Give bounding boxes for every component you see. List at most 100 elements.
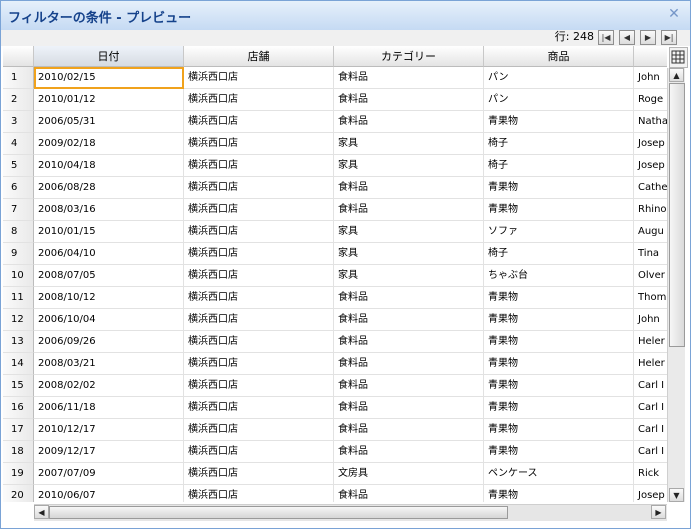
cell-date[interactable]: 2008/03/16 — [34, 199, 184, 221]
cell-customer[interactable]: Cathe — [634, 177, 667, 199]
cell-store[interactable]: 横浜西口店 — [184, 133, 334, 155]
cell-category[interactable]: 家具 — [334, 133, 484, 155]
next-page-button[interactable]: ▶ — [640, 30, 656, 45]
table-row[interactable]: 12 2006/10/04 横浜西口店 食料品 青果物 John — [3, 309, 667, 331]
cell-category[interactable]: 食料品 — [334, 331, 484, 353]
cell-product[interactable]: 椅子 — [484, 133, 634, 155]
column-header-customer[interactable] — [634, 46, 667, 67]
cell-date[interactable]: 2007/07/09 — [34, 463, 184, 485]
table-row[interactable]: 16 2006/11/18 横浜西口店 食料品 青果物 Carl I — [3, 397, 667, 419]
cell-date[interactable]: 2006/10/04 — [34, 309, 184, 331]
cell-store[interactable]: 横浜西口店 — [184, 463, 334, 485]
close-icon[interactable]: ✕ — [666, 6, 682, 22]
column-chooser-button[interactable] — [669, 47, 688, 68]
cell-store[interactable]: 横浜西口店 — [184, 155, 334, 177]
scroll-up-button[interactable]: ▲ — [669, 68, 684, 82]
cell-customer[interactable]: Rick — [634, 463, 667, 485]
cell-date[interactable]: 2010/12/17 — [34, 419, 184, 441]
vertical-scroll-thumb[interactable] — [669, 83, 685, 347]
cell-store[interactable]: 横浜西口店 — [184, 111, 334, 133]
table-row[interactable]: 19 2007/07/09 横浜西口店 文房具 ペンケース Rick — [3, 463, 667, 485]
cell-product[interactable]: ソファ — [484, 221, 634, 243]
cell-product[interactable]: 青果物 — [484, 353, 634, 375]
cell-date[interactable]: 2006/09/26 — [34, 331, 184, 353]
cell-category[interactable]: 食料品 — [334, 309, 484, 331]
cell-category[interactable]: 食料品 — [334, 441, 484, 463]
cell-date[interactable]: 2006/11/18 — [34, 397, 184, 419]
horizontal-scroll-thumb[interactable] — [49, 506, 508, 519]
cell-category[interactable]: 文房具 — [334, 463, 484, 485]
column-header-store[interactable]: 店舗 — [184, 46, 334, 67]
cell-date[interactable]: 2010/04/18 — [34, 155, 184, 177]
table-row[interactable]: 1 2010/02/15 横浜西口店 食料品 パン John — [3, 67, 667, 89]
cell-date[interactable]: 2006/04/10 — [34, 243, 184, 265]
cell-product[interactable]: パン — [484, 89, 634, 111]
cell-store[interactable]: 横浜西口店 — [184, 309, 334, 331]
cell-store[interactable]: 横浜西口店 — [184, 397, 334, 419]
cell-product[interactable]: 青果物 — [484, 441, 634, 463]
table-row[interactable]: 17 2010/12/17 横浜西口店 食料品 青果物 Carl I — [3, 419, 667, 441]
cell-store[interactable]: 横浜西口店 — [184, 331, 334, 353]
table-row[interactable]: 11 2008/10/12 横浜西口店 食料品 青果物 Thom — [3, 287, 667, 309]
cell-product[interactable]: 椅子 — [484, 243, 634, 265]
scroll-right-button[interactable]: ▶ — [651, 505, 666, 519]
cell-date[interactable]: 2006/05/31 — [34, 111, 184, 133]
cell-product[interactable]: 青果物 — [484, 397, 634, 419]
cell-customer[interactable]: Josep — [634, 155, 667, 177]
cell-store[interactable]: 横浜西口店 — [184, 441, 334, 463]
cell-customer[interactable]: Thom — [634, 287, 667, 309]
table-row[interactable]: 9 2006/04/10 横浜西口店 家具 椅子 Tina — [3, 243, 667, 265]
table-row[interactable]: 13 2006/09/26 横浜西口店 食料品 青果物 Heler — [3, 331, 667, 353]
cell-category[interactable]: 食料品 — [334, 397, 484, 419]
cell-store[interactable]: 横浜西口店 — [184, 265, 334, 287]
cell-store[interactable]: 横浜西口店 — [184, 89, 334, 111]
cell-date[interactable]: 2010/01/15 — [34, 221, 184, 243]
cell-category[interactable]: 食料品 — [334, 485, 484, 502]
cell-product[interactable]: ペンケース — [484, 463, 634, 485]
cell-product[interactable]: 青果物 — [484, 309, 634, 331]
cell-category[interactable]: 食料品 — [334, 375, 484, 397]
cell-category[interactable]: 食料品 — [334, 177, 484, 199]
table-row[interactable]: 5 2010/04/18 横浜西口店 家具 椅子 Josep — [3, 155, 667, 177]
cell-store[interactable]: 横浜西口店 — [184, 243, 334, 265]
cell-customer[interactable]: Carl I — [634, 441, 667, 463]
cell-product[interactable]: 青果物 — [484, 177, 634, 199]
cell-store[interactable]: 横浜西口店 — [184, 353, 334, 375]
column-header-product[interactable]: 商品 — [484, 46, 634, 67]
cell-category[interactable]: 食料品 — [334, 67, 484, 89]
cell-category[interactable]: 食料品 — [334, 353, 484, 375]
cell-date[interactable]: 2008/10/12 — [34, 287, 184, 309]
table-row[interactable]: 4 2009/02/18 横浜西口店 家具 椅子 Josep — [3, 133, 667, 155]
cell-product[interactable]: 青果物 — [484, 419, 634, 441]
cell-category[interactable]: 家具 — [334, 155, 484, 177]
cell-customer[interactable]: Heler — [634, 353, 667, 375]
vertical-scrollbar[interactable]: ▲ ▼ — [667, 68, 685, 502]
cell-customer[interactable]: Natha — [634, 111, 667, 133]
cell-store[interactable]: 横浜西口店 — [184, 221, 334, 243]
scroll-left-button[interactable]: ◀ — [34, 505, 49, 519]
cell-category[interactable]: 食料品 — [334, 111, 484, 133]
table-row[interactable]: 20 2010/06/07 横浜西口店 食料品 青果物 Josep — [3, 485, 667, 502]
horizontal-scrollbar[interactable]: ◀ ▶ — [34, 504, 667, 521]
table-row[interactable]: 14 2008/03/21 横浜西口店 食料品 青果物 Heler — [3, 353, 667, 375]
cell-date[interactable]: 2009/12/17 — [34, 441, 184, 463]
cell-customer[interactable]: Roge — [634, 89, 667, 111]
table-row[interactable]: 2 2010/01/12 横浜西口店 食料品 パン Roge — [3, 89, 667, 111]
table-row[interactable]: 15 2008/02/02 横浜西口店 食料品 青果物 Carl I — [3, 375, 667, 397]
cell-date[interactable]: 2010/01/12 — [34, 89, 184, 111]
cell-date[interactable]: 2010/02/15 — [34, 67, 184, 89]
table-row[interactable]: 10 2008/07/05 横浜西口店 家具 ちゃぶ台 Olver — [3, 265, 667, 287]
cell-store[interactable]: 横浜西口店 — [184, 375, 334, 397]
cell-date[interactable]: 2010/06/07 — [34, 485, 184, 502]
last-page-button[interactable]: ▶| — [661, 30, 677, 45]
cell-product[interactable]: パン — [484, 67, 634, 89]
cell-store[interactable]: 横浜西口店 — [184, 419, 334, 441]
cell-customer[interactable]: Carl I — [634, 397, 667, 419]
cell-product[interactable]: 青果物 — [484, 375, 634, 397]
cell-customer[interactable]: John — [634, 309, 667, 331]
prev-page-button[interactable]: ◀ — [619, 30, 635, 45]
cell-customer[interactable]: Olver — [634, 265, 667, 287]
cell-category[interactable]: 家具 — [334, 221, 484, 243]
cell-category[interactable]: 食料品 — [334, 419, 484, 441]
cell-product[interactable]: 青果物 — [484, 199, 634, 221]
